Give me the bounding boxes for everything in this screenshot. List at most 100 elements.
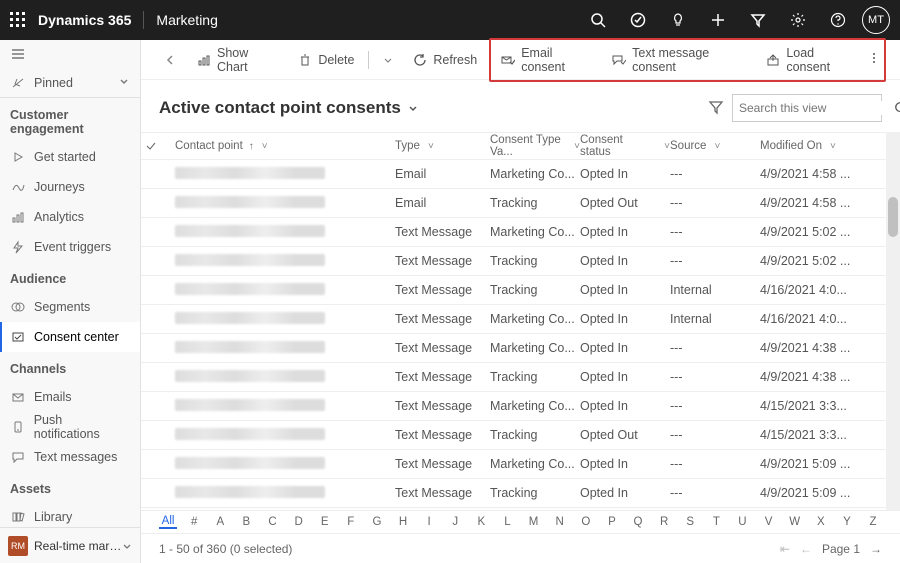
- alpha-f[interactable]: F: [342, 516, 360, 528]
- help-icon[interactable]: [818, 0, 858, 40]
- table-row[interactable]: Text Message Marketing Co... Opted In --…: [141, 392, 886, 421]
- alpha-q[interactable]: Q: [629, 516, 647, 528]
- table-row[interactable]: Text Message Tracking Opted In --- 4/9/2…: [141, 247, 886, 276]
- delete-button[interactable]: Delete: [290, 49, 362, 71]
- table-row[interactable]: Email Marketing Co... Opted In --- 4/9/2…: [141, 160, 886, 189]
- gear-icon[interactable]: [778, 0, 818, 40]
- table-row[interactable]: Text Message Tracking Opted In --- 4/9/2…: [141, 479, 886, 508]
- sidebar-item-consent-center[interactable]: Consent center: [0, 322, 140, 352]
- sidebar-item-journeys[interactable]: Journeys: [0, 172, 140, 202]
- text-consent-button[interactable]: Text message consent: [604, 42, 756, 78]
- alpha-z[interactable]: Z: [864, 516, 882, 528]
- contact-point-redacted: [175, 486, 325, 498]
- alpha-r[interactable]: R: [655, 516, 673, 528]
- sidebar-item-text-messages[interactable]: Text messages: [0, 442, 140, 472]
- alpha-j[interactable]: J: [446, 516, 464, 528]
- first-page-button[interactable]: ⇤: [780, 542, 790, 556]
- cell-source: ---: [670, 254, 760, 268]
- table-row[interactable]: Text Message Tracking Opted In --- 4/9/2…: [141, 363, 886, 392]
- alpha-n[interactable]: N: [551, 516, 569, 528]
- cell-type: Text Message: [395, 283, 490, 297]
- search-icon[interactable]: [578, 0, 618, 40]
- next-page-button[interactable]: →: [870, 542, 882, 556]
- sidebar: Pinned Customer engagement Get started J…: [0, 40, 141, 563]
- cell-source: Internal: [670, 312, 760, 326]
- back-button[interactable]: [155, 49, 185, 71]
- filter-icon[interactable]: [738, 0, 778, 40]
- alpha-k[interactable]: K: [472, 516, 490, 528]
- alpha-a[interactable]: A: [211, 516, 229, 528]
- alpha-d[interactable]: D: [290, 516, 308, 528]
- select-all-checkbox[interactable]: [145, 140, 175, 152]
- show-chart-button[interactable]: Show Chart: [189, 42, 286, 78]
- prev-page-button[interactable]: ←: [800, 542, 812, 556]
- search-box[interactable]: [732, 94, 882, 122]
- col-contact-point[interactable]: Contact point↑˅: [175, 140, 395, 152]
- search-input[interactable]: [739, 101, 894, 115]
- col-type[interactable]: Type˅: [395, 140, 490, 152]
- alpha-c[interactable]: C: [263, 516, 281, 528]
- table-row[interactable]: Text Message Tracking Opted In Internal …: [141, 276, 886, 305]
- sidebar-item-emails[interactable]: Emails: [0, 382, 140, 412]
- alpha-y[interactable]: Y: [838, 516, 856, 528]
- col-consent-status[interactable]: Consent status˅: [580, 134, 670, 158]
- cell-consent-type: Marketing Co...: [490, 167, 580, 181]
- alpha-all[interactable]: All: [159, 515, 177, 529]
- table-row[interactable]: Text Message Marketing Co... Opted In --…: [141, 218, 886, 247]
- alpha-w[interactable]: W: [786, 516, 804, 528]
- alpha-t[interactable]: T: [707, 516, 725, 528]
- view-title-dropdown[interactable]: Active contact point consents: [159, 98, 419, 118]
- alpha-g[interactable]: G: [368, 516, 386, 528]
- alpha-s[interactable]: S: [681, 516, 699, 528]
- alpha-x[interactable]: X: [812, 516, 830, 528]
- library-icon: [10, 509, 26, 525]
- alpha-h[interactable]: H: [394, 516, 412, 528]
- sidebar-item-library[interactable]: Library: [0, 502, 140, 527]
- alpha-e[interactable]: E: [316, 516, 334, 528]
- sidebar-item-label: Analytics: [34, 210, 84, 224]
- alpha-m[interactable]: M: [525, 516, 543, 528]
- user-avatar[interactable]: MT: [862, 6, 890, 34]
- table-row[interactable]: Text Message Tracking Opted Out --- 4/15…: [141, 421, 886, 450]
- col-source[interactable]: Source˅: [670, 140, 760, 152]
- waffle-icon[interactable]: [10, 12, 26, 28]
- trigger-icon: [10, 239, 26, 255]
- sidebar-item-event-triggers[interactable]: Event triggers: [0, 232, 140, 262]
- table-row[interactable]: Text Message Marketing Co... Opted In In…: [141, 305, 886, 334]
- email-consent-button[interactable]: Email consent: [493, 42, 602, 78]
- alpha-p[interactable]: P: [603, 516, 621, 528]
- alpha-i[interactable]: I: [420, 516, 438, 528]
- assistant-icon[interactable]: [618, 0, 658, 40]
- table-row[interactable]: Text Message Marketing Co... Opted In --…: [141, 450, 886, 479]
- view-filter-button[interactable]: [700, 95, 732, 122]
- col-modified-on[interactable]: Modified On˅: [760, 140, 870, 152]
- alpha-#[interactable]: #: [185, 516, 203, 528]
- sidebar-item-push[interactable]: Push notifications: [0, 412, 140, 442]
- col-consent-type[interactable]: Consent Type Va...˅: [490, 134, 580, 158]
- lightbulb-icon[interactable]: [658, 0, 698, 40]
- table-row[interactable]: Email Tracking Opted Out --- 4/9/2021 4:…: [141, 189, 886, 218]
- alpha-o[interactable]: O: [577, 516, 595, 528]
- pinned-section[interactable]: Pinned: [0, 68, 140, 98]
- cell-source: ---: [670, 370, 760, 384]
- add-icon[interactable]: [698, 0, 738, 40]
- refresh-button[interactable]: Refresh: [405, 49, 485, 71]
- sidebar-item-segments[interactable]: Segments: [0, 292, 140, 322]
- module-label[interactable]: Marketing: [156, 12, 217, 28]
- load-consent-button[interactable]: Load consent: [758, 42, 864, 78]
- hamburger-button[interactable]: [0, 40, 140, 68]
- vertical-scrollbar[interactable]: [886, 132, 900, 510]
- area-switcher[interactable]: RM Real-time marketi...: [0, 527, 140, 563]
- cell-consent-type: Marketing Co...: [490, 399, 580, 413]
- more-commands-button[interactable]: [866, 47, 882, 72]
- sidebar-item-analytics[interactable]: Analytics: [0, 202, 140, 232]
- alpha-l[interactable]: L: [498, 516, 516, 528]
- table-row[interactable]: Text Message Marketing Co... Opted In --…: [141, 334, 886, 363]
- cell-status: Opted Out: [580, 428, 670, 442]
- sidebar-item-get-started[interactable]: Get started: [0, 142, 140, 172]
- alpha-v[interactable]: V: [760, 516, 778, 528]
- brand-label[interactable]: Dynamics 365: [38, 12, 131, 28]
- alpha-u[interactable]: U: [733, 516, 751, 528]
- delete-split-button[interactable]: [375, 51, 401, 69]
- alpha-b[interactable]: B: [237, 516, 255, 528]
